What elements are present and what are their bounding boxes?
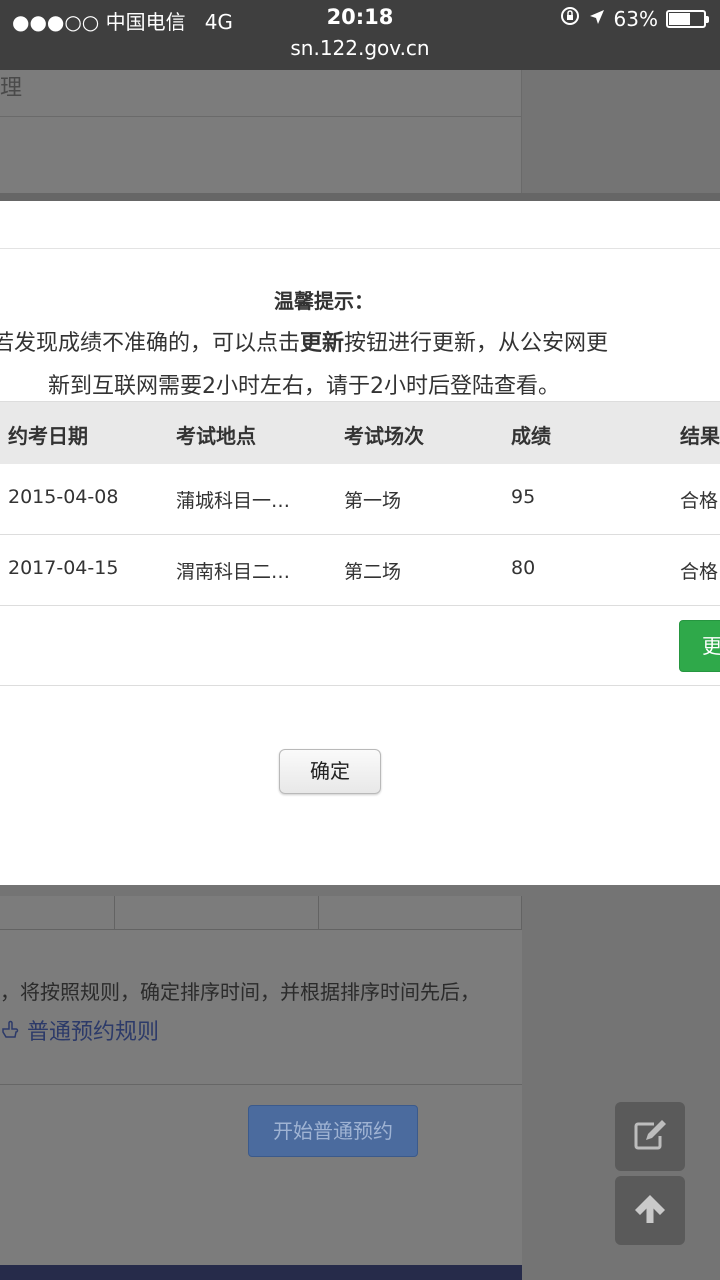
column-header-score: 成绩 <box>511 424 551 448</box>
exam-result: 合格 <box>680 490 719 512</box>
dialog-footer-divider <box>0 685 720 686</box>
exam-date: 2017-04-15 <box>8 557 119 579</box>
confirm-button[interactable]: 确定 <box>279 749 381 794</box>
table-cell <box>0 896 115 930</box>
orientation-lock-icon <box>560 6 580 31</box>
table-cell <box>319 896 522 930</box>
exam-score: 95 <box>511 486 536 508</box>
background-panel: 理 <box>0 70 522 193</box>
exam-session: 第二场 <box>344 561 402 583</box>
divider <box>0 1084 522 1085</box>
score-dialog: 温馨提示： 若发现成绩不准确的，可以点击更新按钮进行更新，从公安网更 新到互联网… <box>0 201 720 885</box>
exam-result: 合格 <box>680 561 719 583</box>
column-header-session: 考试场次 <box>344 424 424 448</box>
column-header-location: 考试地点 <box>176 424 256 448</box>
location-arrow-icon <box>588 7 606 31</box>
dialog-header <box>0 201 720 249</box>
battery-percent: 63% <box>613 6 658 31</box>
status-bar: ●●●○○ 中国电信 4G 20:18 63% sn.122.gov.cn <box>0 0 720 70</box>
table-row: 2015-04-08 蒲城科目一… 第一场 95 合格 <box>0 464 720 535</box>
background-table-row <box>0 896 522 930</box>
tip-text-part: 按钮进行更新，从公安网更 <box>344 331 609 356</box>
tip-title: 温馨提示： <box>274 289 374 313</box>
tip-text-line1: 若发现成绩不准确的，可以点击更新按钮进行更新，从公安网更 <box>0 325 608 357</box>
table-cell <box>115 896 319 930</box>
exam-location: 蒲城科目一… <box>176 490 291 512</box>
divider <box>0 116 522 117</box>
exam-date: 2015-04-08 <box>8 486 119 508</box>
edit-button[interactable] <box>615 1102 685 1171</box>
update-button[interactable]: 更新 <box>679 620 720 672</box>
status-icons: 63% <box>560 6 709 31</box>
background-lower-panel: ，将按照规则，确定排序时间，并根据排序时间先后， 普通预约规则 开始普通预约 <box>0 896 522 1280</box>
exam-session: 第一场 <box>344 490 402 512</box>
column-header-result: 结果 <box>680 424 720 448</box>
tip-text-line2: 新到互联网需要2小时左右，请于2小时后登陆查看。 <box>48 374 560 399</box>
table-row: 2017-04-15 渭南科目二… 第二场 80 合格 <box>0 535 720 606</box>
background-partial-text: 理 <box>0 76 23 101</box>
exam-score: 80 <box>511 557 536 579</box>
background-bottom-bar <box>0 1265 522 1280</box>
overlay-band <box>0 193 720 201</box>
tip-text-update-word: 更新 <box>300 331 345 356</box>
reservation-rule-text: ，将按照规则，确定排序时间，并根据排序时间先后， <box>0 980 480 1004</box>
start-reservation-button[interactable]: 开始普通预约 <box>248 1105 418 1157</box>
arrow-up-icon <box>633 1192 667 1230</box>
reservation-rule-link[interactable]: 普通预约规则 <box>0 1014 159 1046</box>
reservation-rule-label: 普通预约规则 <box>27 1020 160 1045</box>
column-header-date: 约考日期 <box>8 424 88 448</box>
battery-icon <box>666 9 709 28</box>
hand-pointer-icon <box>0 1020 27 1045</box>
exam-location: 渭南科目二… <box>176 561 291 583</box>
page-url[interactable]: sn.122.gov.cn <box>0 36 720 60</box>
edit-icon <box>632 1118 668 1156</box>
tip-text-part: 若发现成绩不准确的，可以点击 <box>0 331 301 356</box>
scroll-top-button[interactable] <box>615 1176 685 1245</box>
table-header: 约考日期 考试地点 考试场次 成绩 结果 <box>0 401 720 464</box>
